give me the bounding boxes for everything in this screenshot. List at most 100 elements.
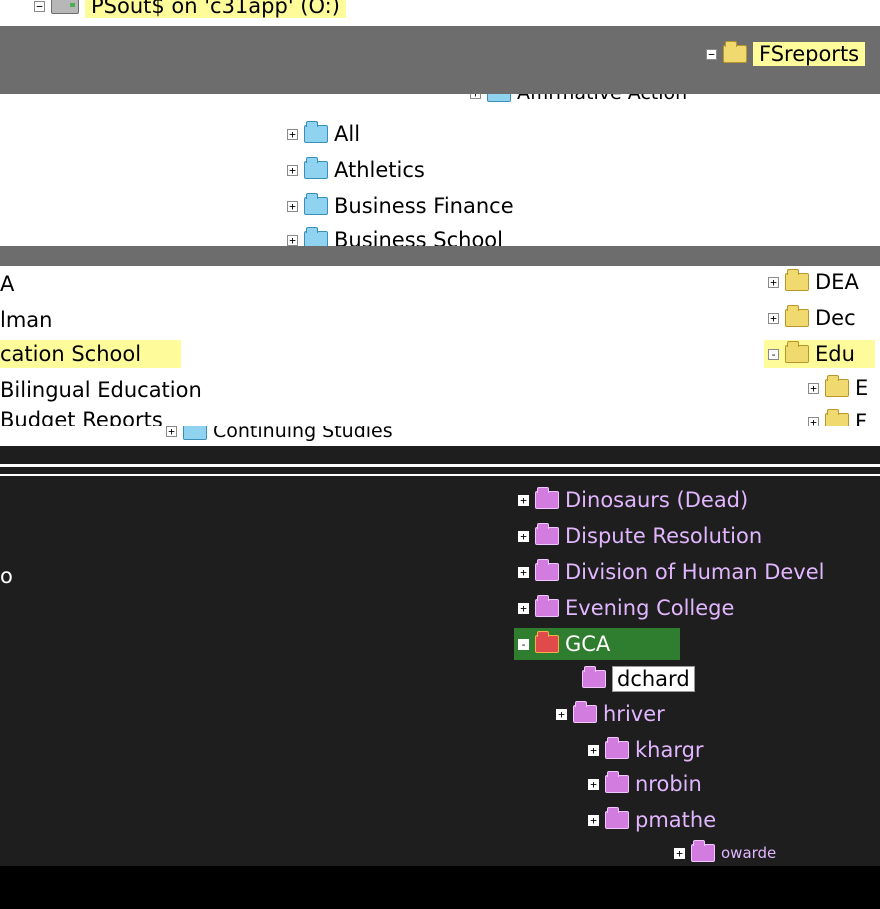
tree-item[interactable]: + Athletics <box>287 157 425 182</box>
expand-icon[interactable]: + <box>518 602 529 614</box>
tree-item[interactable]: + hriver <box>556 701 665 726</box>
tree-item-label: Dec <box>815 306 856 330</box>
folder-icon <box>825 409 849 426</box>
network-drive-icon <box>51 0 79 14</box>
drive-strip: − PSout$ on 'c31app' (O:) <box>0 0 880 27</box>
tree-item[interactable]: + Evening College <box>518 595 734 620</box>
tree-item[interactable]: cation School <box>0 340 182 368</box>
tree-item[interactable]: + Dispute Resolution <box>518 523 763 548</box>
folder-icon <box>582 666 606 688</box>
tree-item-label: cation School <box>0 340 182 368</box>
expand-icon[interactable]: + <box>470 94 481 99</box>
tree-item[interactable]: + Business School <box>287 227 503 246</box>
folder-icon <box>304 157 328 179</box>
folder-icon <box>304 121 328 143</box>
expand-icon[interactable]: + <box>556 708 567 720</box>
expand-icon[interactable]: + <box>287 164 298 176</box>
tree-item-label: Business Finance <box>334 194 514 218</box>
expand-icon[interactable]: + <box>674 847 685 859</box>
tree-item[interactable]: - Edu <box>764 340 875 368</box>
tree-item-label: nrobin <box>635 772 702 796</box>
folder-icon <box>691 840 715 862</box>
tree-item-label: Business School <box>334 228 503 246</box>
expand-icon[interactable]: + <box>808 416 819 426</box>
expand-icon[interactable]: + <box>287 200 298 212</box>
tree-item-fsreports[interactable]: − FSreports <box>706 41 866 66</box>
tree-item[interactable]: lman <box>0 308 52 332</box>
folder-icon <box>723 41 747 63</box>
tree-item-label: dchard <box>612 666 695 692</box>
tree-item-label: owarde <box>721 844 777 862</box>
tree-item-label: FSreports <box>753 42 866 66</box>
tree-item[interactable]: + F <box>808 409 868 426</box>
tree-item[interactable]: + Business Finance <box>287 193 514 218</box>
tree-item-label: Dinosaurs (Dead) <box>565 488 749 512</box>
expand-icon[interactable]: + <box>588 814 599 826</box>
top-band: + Affirmative Action + All + Athletics +… <box>0 94 880 246</box>
tree-item-drive[interactable]: − PSout$ on 'c31app' (O:) <box>34 0 346 18</box>
tree-item[interactable]: + Division of Human Devel <box>518 559 825 584</box>
continuing-strip: + Continuing Studies <box>0 426 880 446</box>
tree-item-label: All <box>334 122 361 146</box>
tree-item-label: Dispute Resolution <box>565 524 763 548</box>
tree-item[interactable]: + pmathe <box>588 807 716 832</box>
folder-icon <box>304 227 328 246</box>
folder-icon <box>535 487 559 509</box>
tree-item[interactable]: Bilingual Education <box>0 378 202 402</box>
tree-item-label: o <box>0 564 13 588</box>
folder-icon <box>487 94 511 102</box>
tree-item-focused[interactable]: dchard <box>582 666 695 692</box>
tree-item-label: Division of Human Devel <box>565 560 825 584</box>
expand-icon[interactable]: + <box>518 530 529 542</box>
tree-item[interactable]: + owarde <box>674 840 777 862</box>
expand-icon[interactable]: + <box>287 128 298 140</box>
tree-item-label: Edu <box>815 342 855 366</box>
tree-item[interactable]: + Affirmative Action <box>470 94 687 104</box>
folder-icon <box>535 631 559 653</box>
tree-item-label: khargr <box>635 738 704 762</box>
collapse-icon[interactable]: - <box>768 348 779 360</box>
folder-icon <box>785 269 809 291</box>
collapse-icon[interactable]: − <box>706 48 717 60</box>
expand-icon[interactable]: + <box>166 426 177 437</box>
tree-item[interactable]: A <box>0 272 14 296</box>
folder-icon <box>605 737 629 759</box>
expand-icon[interactable]: + <box>768 312 779 324</box>
collapse-icon[interactable]: - <box>518 638 529 650</box>
divider-line <box>0 464 880 467</box>
tree-item[interactable]: + Dec <box>768 305 856 330</box>
folder-icon <box>535 595 559 617</box>
folder-icon <box>605 771 629 793</box>
folder-icon <box>573 701 597 723</box>
tree-item-label: lman <box>0 308 53 332</box>
tree-item[interactable]: o <box>0 564 13 588</box>
folder-icon <box>183 426 207 440</box>
tree-item-label: DEA <box>815 270 859 294</box>
tree-item-label: Bilingual Education <box>0 378 202 402</box>
folder-icon <box>304 193 328 215</box>
gray-separator <box>0 246 880 266</box>
tree-item-selected[interactable]: - GCA <box>514 628 681 660</box>
expand-icon[interactable]: + <box>768 276 779 288</box>
folder-icon <box>535 559 559 581</box>
tree-item-label: F <box>855 410 868 426</box>
middle-band: A lman cation School Bilingual Education… <box>0 266 880 426</box>
tree-item[interactable]: + nrobin <box>588 771 702 796</box>
tree-item[interactable]: + khargr <box>588 737 704 762</box>
tree-item[interactable]: + E <box>808 375 868 400</box>
collapse-icon[interactable]: − <box>34 0 45 12</box>
folder-icon <box>785 341 809 363</box>
expand-icon[interactable]: + <box>808 382 819 394</box>
expand-icon[interactable]: + <box>287 234 298 246</box>
dark-band: o + Dinosaurs (Dead) + Dispute Resolutio… <box>0 446 880 866</box>
tree-item[interactable]: + All <box>287 121 361 146</box>
tree-item[interactable]: Budget Reports <box>0 408 163 426</box>
tree-item[interactable]: + DEA <box>768 269 859 294</box>
tree-item[interactable]: + Continuing Studies <box>166 426 393 442</box>
expand-icon[interactable]: + <box>588 744 599 756</box>
tree-item-label: Affirmative Action <box>517 94 687 104</box>
tree-item[interactable]: + Dinosaurs (Dead) <box>518 487 749 512</box>
expand-icon[interactable]: + <box>518 566 529 578</box>
expand-icon[interactable]: + <box>588 778 599 790</box>
expand-icon[interactable]: + <box>518 494 529 506</box>
